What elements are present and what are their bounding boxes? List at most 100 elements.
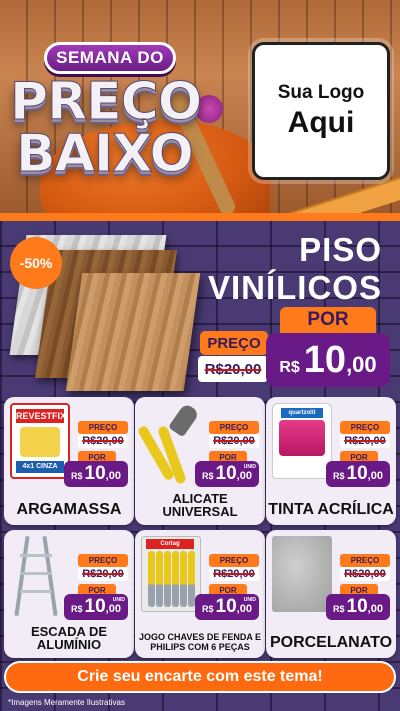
- featured-title-line-2: VINÍLICOS: [207, 269, 382, 306]
- price-integer: 10: [303, 339, 347, 381]
- pliers-image: [136, 402, 201, 485]
- price-decimal: ,00: [236, 603, 252, 615]
- price-decimal: ,00: [367, 603, 383, 615]
- promo-tag: SEMANA DO: [44, 42, 176, 74]
- brand-label: Cortag: [146, 539, 194, 549]
- preco-label: PREÇO: [209, 421, 259, 434]
- preco-label: PREÇO: [340, 554, 390, 567]
- preco-label: PREÇO: [340, 421, 390, 434]
- currency-symbol: R$: [202, 604, 214, 614]
- new-price: R$ 10 ,00 UNID: [195, 594, 259, 620]
- price-integer: 10: [215, 463, 237, 484]
- product-name: ARGAMASSA: [16, 501, 122, 519]
- screwdriver: [156, 551, 163, 607]
- promo-title-word-2: BAIXO: [16, 124, 195, 185]
- currency-symbol: R$: [333, 471, 345, 481]
- product-card[interactable]: quartzolit PREÇO R$20,00 POR R$ 10 ,00 T…: [266, 397, 396, 525]
- logo-text-line-1: Sua Logo: [277, 82, 365, 103]
- new-price: R$ 10 ,00 UNID: [64, 594, 128, 620]
- product-name: ALICATE UNIVERSAL: [162, 490, 238, 520]
- product-card[interactable]: REVESTFIX 4x1 CINZA PREÇO R$20,00 POR R$…: [4, 397, 134, 525]
- header-banner: SEMANA DO PREÇO BAIXO Sua Logo Aqui: [0, 0, 400, 215]
- old-price: R$20,00: [198, 356, 268, 382]
- new-price: R$ 10 ,00 UNID: [195, 461, 259, 487]
- old-price: R$20,00: [78, 567, 128, 581]
- ladder-rail: [42, 536, 58, 616]
- old-price: R$20,00: [340, 567, 390, 581]
- old-price-value: R$20,00: [344, 435, 386, 447]
- preco-label: PREÇO: [200, 331, 268, 355]
- pliers-jaw: [168, 402, 200, 438]
- old-price-value: R$20,00: [344, 568, 386, 580]
- create-flyer-button[interactable]: Crie seu encarte com este tema!: [4, 661, 396, 693]
- unit-label: UNID: [243, 464, 256, 470]
- old-price: R$20,00: [78, 434, 128, 448]
- brand-label: REVESTFIX: [16, 409, 67, 423]
- old-price: R$20,00: [209, 567, 259, 581]
- screwdriver: [180, 551, 187, 607]
- product-name: TINTA ACRÍLICA: [268, 501, 394, 519]
- new-price: R$ 10 ,00: [326, 461, 390, 487]
- old-price-value: R$20,00: [82, 435, 124, 447]
- product-name: ESCADA DE ALUMÍNIO: [30, 623, 108, 653]
- price-integer: 10: [346, 463, 368, 484]
- screwdriver: [172, 551, 179, 607]
- porcelain-tile-image: [272, 536, 332, 612]
- product-card[interactable]: PREÇO R$20,00 POR R$ 10 ,00 UNID ALICATE…: [135, 397, 265, 525]
- screwdriver-set-image: Cortag: [141, 536, 201, 612]
- old-price-value: R$20,00: [213, 568, 255, 580]
- price-integer: 10: [84, 596, 106, 617]
- product-name: PORCELANATO: [269, 634, 393, 652]
- price-integer: 10: [84, 463, 106, 484]
- screwdriver: [148, 551, 155, 607]
- new-price: R$ 10 ,00: [326, 594, 390, 620]
- old-price-value: R$20,00: [82, 568, 124, 580]
- product-card[interactable]: Cortag PREÇO R$20,00 POR R$ 10 ,00 UNID …: [135, 530, 265, 658]
- old-price: R$20,00: [209, 434, 259, 448]
- header-divider: [0, 213, 400, 221]
- ladder-image: [10, 536, 70, 616]
- brand-label: quartzolit: [281, 408, 323, 418]
- old-price-value: R$20,00: [213, 435, 255, 447]
- old-price: R$20,00: [340, 434, 390, 448]
- discount-badge: -50%: [10, 237, 62, 289]
- screwdriver: [164, 551, 171, 607]
- price-integer: 10: [346, 596, 368, 617]
- new-price: R$ 10 ,00: [266, 333, 390, 387]
- product-card[interactable]: PREÇO R$20,00 POR R$ 10 ,00 UNID ESCADA …: [4, 530, 134, 658]
- mortar-bag-image: REVESTFIX 4x1 CINZA: [10, 403, 70, 479]
- variant-label: 4x1 CINZA: [16, 461, 64, 473]
- new-price: R$ 10 ,00: [64, 461, 128, 487]
- preco-label: PREÇO: [209, 554, 259, 567]
- price-decimal: ,00: [367, 470, 383, 482]
- price-decimal: ,00: [105, 603, 121, 615]
- featured-title: PISO VINÍLICOS: [208, 231, 382, 307]
- currency-symbol: R$: [333, 604, 345, 614]
- price-decimal: ,00: [105, 470, 121, 482]
- paint-bucket-image: quartzolit: [272, 403, 332, 479]
- logo-placeholder[interactable]: Sua Logo Aqui: [252, 42, 390, 180]
- ladder-step: [20, 590, 52, 593]
- price-decimal: ,00: [346, 352, 377, 377]
- currency-symbol: R$: [202, 471, 214, 481]
- currency-symbol: R$: [279, 359, 300, 376]
- promo-title-word-1: PREÇO: [9, 72, 202, 133]
- featured-product[interactable]: -50% PISO VINÍLICOS POR PREÇO R$20,00 R$…: [0, 225, 400, 395]
- currency-symbol: R$: [71, 471, 83, 481]
- preco-label: PREÇO: [78, 421, 128, 434]
- unit-label: UNID: [112, 597, 125, 603]
- currency-symbol: R$: [71, 604, 83, 614]
- ladder-rail: [14, 536, 30, 616]
- preco-label: PREÇO: [78, 554, 128, 567]
- por-label: POR: [280, 307, 376, 333]
- old-price-value: R$20,00: [204, 360, 262, 378]
- featured-title-line-1: PISO: [299, 231, 382, 268]
- screwdriver: [188, 551, 195, 607]
- bucket-label: [279, 420, 325, 456]
- price-integer: 10: [215, 596, 237, 617]
- floor-tile-image: [65, 273, 201, 391]
- ladder-step: [20, 572, 52, 575]
- product-card[interactable]: PREÇO R$20,00 POR R$ 10 ,00 PORCELANATO: [266, 530, 396, 658]
- disclaimer-text: *Imagens Meramente Ilustrativas: [8, 698, 125, 707]
- price-decimal: ,00: [236, 470, 252, 482]
